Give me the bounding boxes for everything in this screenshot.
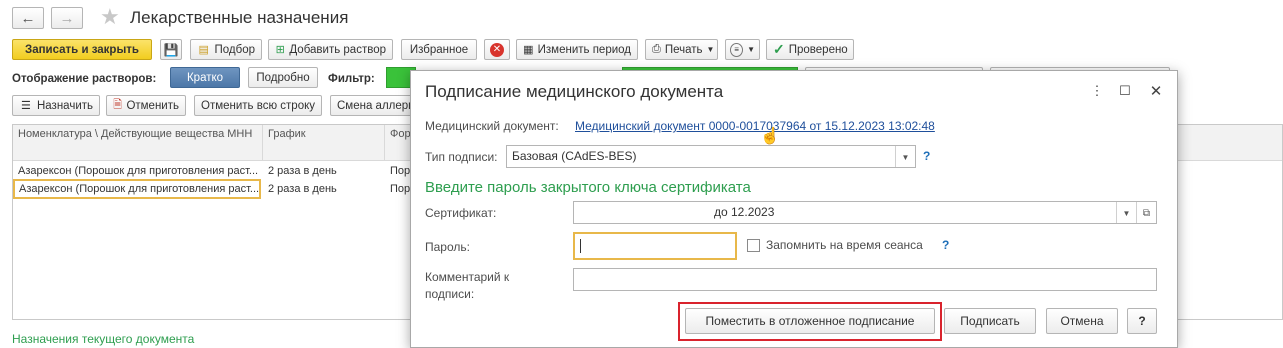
password-input[interactable] <box>573 232 737 260</box>
delete-button[interactable]: ✕ <box>484 39 510 60</box>
add-solution-button[interactable]: ⊞ Добавить раствор <box>268 39 393 60</box>
detailed-toggle[interactable]: Подробно <box>248 67 318 88</box>
more-options-icon[interactable]: ⋮ <box>1089 83 1105 99</box>
sign-button[interactable]: Подписать <box>944 308 1036 334</box>
add-solution-label: Добавить раствор <box>289 43 386 56</box>
add-tree-icon: ⊞ <box>275 44 285 56</box>
help-button[interactable]: ? <box>1127 308 1157 334</box>
table-row-2-schedule[interactable]: 2 раза в день <box>263 179 385 201</box>
dropdown-arrow-icon: ▼ <box>747 45 755 54</box>
more-menu-button[interactable]: ≡ ▼ <box>725 39 760 60</box>
print-button[interactable]: ⎙ Печать ▼ <box>645 39 718 60</box>
calendar-icon: ▦ <box>523 44 534 56</box>
podbor-label: Подбор <box>214 43 256 56</box>
brief-label: Кратко <box>186 71 224 84</box>
sign-document-dialog: Подписание медицинского документа ⋮ ☐ ✕ … <box>410 70 1178 348</box>
dropdown-arrow-icon: ▼ <box>706 45 715 54</box>
detailed-label: Подробно <box>256 71 310 84</box>
open-window-icon[interactable]: ⧉ <box>1136 202 1156 223</box>
checkmark-icon: ✓ <box>773 41 785 57</box>
deferred-sign-label: Поместить в отложенное подписание <box>705 314 915 328</box>
change-period-button[interactable]: ▦ Изменить период <box>516 39 638 60</box>
signature-type-help-icon[interactable]: ? <box>923 149 930 163</box>
page-title: Лекарственные назначения <box>130 8 349 27</box>
favorite-star-icon[interactable]: ★ <box>100 4 120 30</box>
help-label: ? <box>1138 314 1146 328</box>
change-allergy-label: Смена аллерг <box>337 99 413 112</box>
podbor-button[interactable]: ▤ Подбор <box>190 39 262 60</box>
hand-cursor-icon: ☝ <box>760 128 780 145</box>
floppy-disk-icon: 💾 <box>163 42 179 57</box>
certificate-select[interactable]: до 12.2023 ▼ ⧉ <box>573 201 1157 224</box>
list-icon: ☰ <box>21 100 31 112</box>
assign-label: Назначить <box>36 99 93 112</box>
column-header-nomenclature[interactable]: Номенклатура \ Действующие вещества МНН <box>13 125 263 161</box>
document-cancel-icon: 🗎 <box>113 99 123 111</box>
certificate-value: до 12.2023 <box>714 205 775 219</box>
change-allergy-button[interactable]: Смена аллерг <box>330 95 420 116</box>
close-circle-icon: ✕ <box>490 42 504 57</box>
cancel-assign-label: Отменить <box>126 99 179 112</box>
remember-session-checkbox[interactable] <box>747 239 760 252</box>
maximize-icon[interactable]: ☐ <box>1117 83 1133 99</box>
certificate-label: Сертификат: <box>425 206 497 220</box>
dialog-title: Подписание медицинского документа <box>425 82 724 101</box>
checked-label: Проверено <box>788 43 848 56</box>
filter-label: Фильтр: <box>328 73 375 85</box>
column-header-schedule[interactable]: График <box>263 125 385 161</box>
text-cursor <box>580 238 581 253</box>
print-label: Печать <box>664 43 703 56</box>
display-solutions-label: Отображение растворов: <box>12 73 157 85</box>
footer-status-text: Назначения текущего документа <box>12 332 195 346</box>
change-period-label: Изменить период <box>537 43 631 56</box>
folder-icon: ▤ <box>198 44 209 56</box>
save-close-button[interactable]: Записать и закрыть <box>12 39 152 60</box>
cancel-row-label: Отменить всю строку <box>201 99 316 112</box>
dropdown-arrow-icon[interactable]: ▼ <box>895 146 915 167</box>
save-button[interactable]: 💾 <box>160 39 182 60</box>
cancel-button[interactable]: Отмена <box>1046 308 1118 334</box>
close-icon[interactable]: ✕ <box>1148 83 1164 100</box>
comment-label: Комментарий к подписи: <box>425 270 510 301</box>
signature-type-select[interactable]: Базовая (CAdES-BES) ▼ <box>506 145 916 168</box>
checked-button[interactable]: ✓ Проверено <box>766 39 854 60</box>
cancel-row-button[interactable]: Отменить всю строку <box>194 95 322 116</box>
deferred-sign-button[interactable]: Поместить в отложенное подписание <box>685 308 935 334</box>
medical-document-label: Медицинский документ: <box>425 119 559 133</box>
printer-icon: ⎙ <box>652 43 661 55</box>
save-close-label: Записать и закрыть <box>25 43 139 56</box>
favorites-label: Избранное <box>409 43 469 56</box>
dropdown-arrow-icon[interactable]: ▼ <box>1116 202 1136 223</box>
table-row-2-nomenclature[interactable]: Азарексон (Порошок для приготовления рас… <box>13 179 261 199</box>
forward-button[interactable]: → <box>51 7 83 29</box>
favorites-button[interactable]: Избранное <box>401 39 477 60</box>
comment-input[interactable] <box>573 268 1157 291</box>
arrow-right-icon: → <box>59 9 75 27</box>
signature-type-label: Тип подписи: <box>425 150 498 164</box>
remember-help-icon[interactable]: ? <box>942 238 949 252</box>
password-section-heading: Введите пароль закрытого ключа сертифика… <box>425 179 751 196</box>
cancel-label: Отмена <box>1060 314 1104 328</box>
arrow-left-icon: ← <box>20 9 36 27</box>
password-label: Пароль: <box>425 240 470 254</box>
remember-session-label[interactable]: Запомнить на время сеанса <box>766 238 923 252</box>
signature-type-value: Базовая (CAdES-BES) <box>512 149 637 163</box>
brief-toggle[interactable]: Кратко <box>170 67 240 88</box>
more-circle-icon: ≡ <box>730 42 744 57</box>
assign-button[interactable]: ☰ Назначить <box>12 95 100 116</box>
cancel-assign-button[interactable]: 🗎 Отменить <box>106 95 186 116</box>
medical-document-link[interactable]: Медицинский документ 0000-0017037964 от … <box>575 119 935 133</box>
back-button[interactable]: ← <box>12 7 44 29</box>
sign-label: Подписать <box>960 314 1020 328</box>
